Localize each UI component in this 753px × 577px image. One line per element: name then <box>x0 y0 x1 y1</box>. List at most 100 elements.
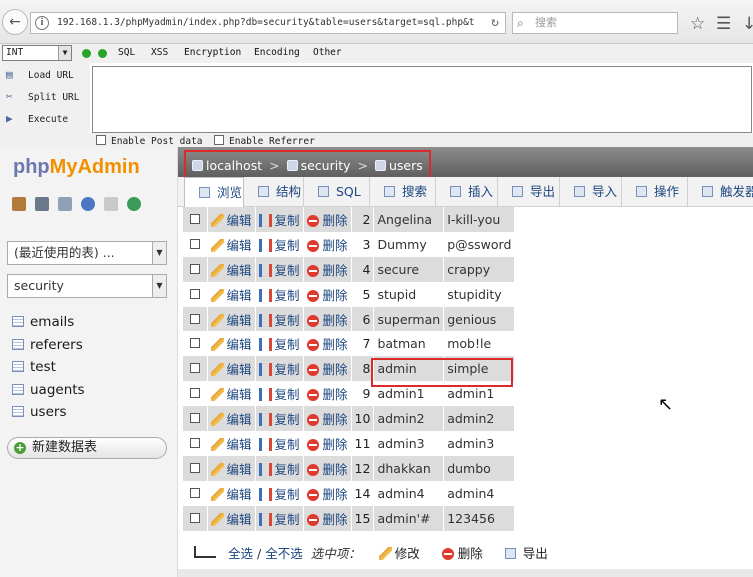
row-delete-button[interactable]: 删除 <box>303 331 352 357</box>
row-checkbox[interactable] <box>189 338 200 349</box>
row-delete-button[interactable]: 删除 <box>303 480 352 506</box>
recent-tables-select[interactable]: (最近使用的表) ... ▼ <box>7 241 167 265</box>
row-checkbox[interactable] <box>189 512 200 523</box>
row-copy-button[interactable]: 复制 <box>255 256 304 282</box>
row-checkbox[interactable] <box>189 437 200 448</box>
tab-sql[interactable]: SQL <box>304 177 370 207</box>
row-delete-button[interactable]: 删除 <box>303 306 352 332</box>
tab-insert[interactable]: 插入 <box>436 177 498 207</box>
row-copy-button[interactable]: 复制 <box>255 455 304 481</box>
row-checkbox[interactable] <box>189 388 200 399</box>
row-delete-button[interactable]: 删除 <box>303 431 352 456</box>
breadcrumb-table[interactable]: users <box>389 158 423 173</box>
reload-icon[interactable]: ↻ <box>491 13 499 33</box>
row-edit-button[interactable]: 编辑 <box>207 431 256 456</box>
bulk-export-button[interactable]: 导出 <box>504 546 548 561</box>
row-delete-button[interactable]: 删除 <box>303 505 352 531</box>
new-table-button[interactable]: + 新建数据表 <box>7 437 167 459</box>
hackbar-menu-encoding[interactable]: Encoding <box>254 47 300 58</box>
hackbar-menu-sql[interactable]: SQL <box>118 47 135 58</box>
row-delete-button[interactable]: 删除 <box>303 381 352 407</box>
row-delete-button[interactable]: 删除 <box>303 455 352 481</box>
row-checkbox[interactable] <box>189 238 200 249</box>
row-checkbox[interactable] <box>189 288 200 299</box>
tab-export[interactable]: 导出 <box>498 177 560 207</box>
row-edit-button[interactable]: 编辑 <box>207 231 256 257</box>
row-delete-button[interactable]: 删除 <box>303 231 352 257</box>
deselect-all-link[interactable]: 全不选 <box>265 546 303 561</box>
sql-query-icon[interactable] <box>58 197 72 211</box>
row-checkbox[interactable] <box>189 487 200 498</box>
table-list-item-uagents[interactable]: uagents <box>12 379 85 402</box>
database-select[interactable]: security ▼ <box>7 274 167 298</box>
breadcrumb-database[interactable]: security <box>301 158 351 173</box>
table-list-item-test[interactable]: test <box>12 356 85 379</box>
hackbar-url-textarea[interactable] <box>92 66 752 133</box>
row-copy-button[interactable]: 复制 <box>255 331 304 357</box>
home-icon[interactable] <box>12 197 26 211</box>
download-icon[interactable]: ↓ <box>742 14 753 34</box>
row-edit-button[interactable]: 编辑 <box>207 406 256 432</box>
row-edit-button[interactable]: 编辑 <box>207 281 256 307</box>
logout-icon[interactable] <box>35 197 49 211</box>
docs-icon[interactable] <box>104 197 118 211</box>
enable-referrer-checkbox[interactable]: Enable Referrer <box>214 135 315 147</box>
execute-button[interactable]: ▶ Execute <box>6 110 68 128</box>
row-edit-button[interactable]: 编辑 <box>207 331 256 357</box>
row-edit-button[interactable]: 编辑 <box>207 207 256 232</box>
row-checkbox[interactable] <box>189 363 200 374</box>
row-copy-button[interactable]: 复制 <box>255 505 304 531</box>
row-edit-button[interactable]: 编辑 <box>207 306 256 332</box>
table-list-item-referers[interactable]: referers <box>12 334 85 357</box>
row-checkbox[interactable] <box>189 213 200 224</box>
row-copy-button[interactable]: 复制 <box>255 431 304 456</box>
bulk-edit-button[interactable]: 修改 <box>378 546 420 561</box>
row-checkbox[interactable] <box>189 313 200 324</box>
row-delete-button[interactable]: 删除 <box>303 256 352 282</box>
row-delete-button[interactable]: 删除 <box>303 281 352 307</box>
row-copy-button[interactable]: 复制 <box>255 231 304 257</box>
tab-browse[interactable]: 浏览 <box>184 177 244 207</box>
split-url-button[interactable]: ✂ Split URL <box>6 88 79 106</box>
back-button[interactable]: ← <box>2 9 28 35</box>
bulk-delete-button[interactable]: 删除 <box>441 546 483 561</box>
row-edit-button[interactable]: 编辑 <box>207 505 256 531</box>
row-delete-button[interactable]: 删除 <box>303 207 352 232</box>
row-copy-button[interactable]: 复制 <box>255 381 304 407</box>
row-delete-button[interactable]: 删除 <box>303 406 352 432</box>
hackbar-menu-encryption[interactable]: Encryption <box>184 47 241 58</box>
row-copy-button[interactable]: 复制 <box>255 356 304 382</box>
info-icon[interactable]: i <box>35 16 49 30</box>
hackbar-menu-xss[interactable]: XSS <box>151 47 168 58</box>
row-checkbox[interactable] <box>189 413 200 424</box>
tab-structure[interactable]: 结构 <box>244 177 304 207</box>
breadcrumb-server[interactable]: localhost <box>206 158 262 173</box>
bookmark-star-icon[interactable]: ☆ <box>690 14 705 34</box>
table-list-item-emails[interactable]: emails <box>12 311 85 334</box>
load-url-button[interactable]: ▤ Load URL <box>6 66 74 84</box>
row-copy-button[interactable]: 复制 <box>255 406 304 432</box>
row-copy-button[interactable]: 复制 <box>255 207 304 232</box>
row-copy-button[interactable]: 复制 <box>255 306 304 332</box>
enable-post-checkbox[interactable]: Enable Post data <box>96 135 203 147</box>
hackbar-type-select[interactable]: INT ▼ <box>2 45 72 61</box>
row-copy-button[interactable]: 复制 <box>255 281 304 307</box>
row-edit-button[interactable]: 编辑 <box>207 256 256 282</box>
row-edit-button[interactable]: 编辑 <box>207 455 256 481</box>
row-checkbox[interactable] <box>189 263 200 274</box>
reading-list-icon[interactable]: ☰ <box>716 14 731 34</box>
row-edit-button[interactable]: 编辑 <box>207 381 256 407</box>
row-copy-button[interactable]: 复制 <box>255 480 304 506</box>
table-list-item-users[interactable]: users <box>12 401 85 424</box>
search-input[interactable]: ⌕ 搜索 <box>512 12 678 34</box>
row-edit-button[interactable]: 编辑 <box>207 356 256 382</box>
tab-import[interactable]: 导入 <box>560 177 622 207</box>
pma-logo[interactable]: phpMyAdmin <box>13 155 140 179</box>
tab-search[interactable]: 搜索 <box>370 177 436 207</box>
row-edit-button[interactable]: 编辑 <box>207 480 256 506</box>
help-icon[interactable] <box>81 197 95 211</box>
minus-icon[interactable] <box>82 49 91 58</box>
reload-nav-icon[interactable] <box>127 197 141 211</box>
plus-icon[interactable] <box>98 49 107 58</box>
hackbar-menu-other[interactable]: Other <box>313 47 342 58</box>
